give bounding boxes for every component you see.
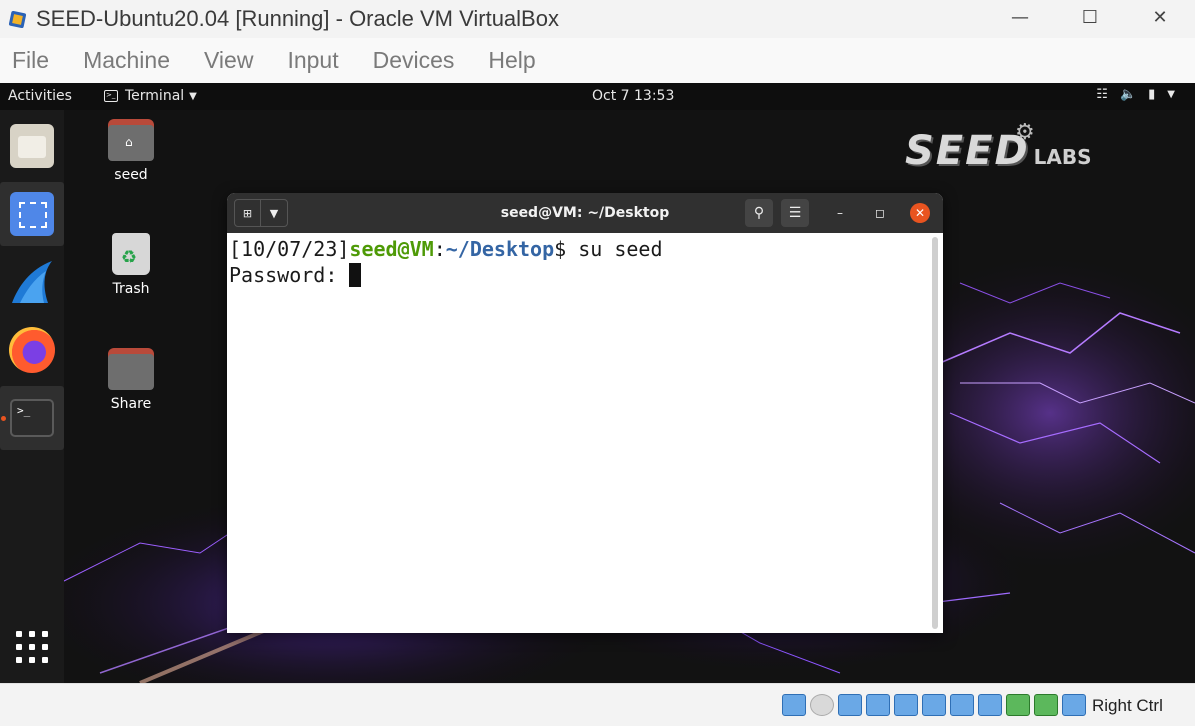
files-icon xyxy=(10,124,54,168)
menu-devices[interactable]: Devices xyxy=(373,47,455,74)
desktop-icon-seed[interactable]: ⌂ seed xyxy=(91,119,171,183)
virtualbox-menubar: File Machine View Input Devices Help xyxy=(0,38,1195,83)
command-text: $ su seed xyxy=(554,237,663,261)
network-adapter-icon[interactable] xyxy=(866,694,890,716)
ubuntu-topbar: Activities >_ Terminal ▼ Oct 7 13:53 ☷ 🔈… xyxy=(0,83,1195,110)
shared-folders-icon[interactable] xyxy=(922,694,946,716)
mouse-integration-icon[interactable] xyxy=(1062,694,1086,716)
app-menu-terminal[interactable]: >_ Terminal ▼ xyxy=(104,88,197,104)
virtualbox-statusbar: Right Ctrl xyxy=(0,683,1195,726)
video-capture-icon[interactable] xyxy=(978,694,1002,716)
terminal-mini-icon: >_ xyxy=(104,90,118,102)
screenshot-icon xyxy=(10,192,54,236)
desktop-icon-label: seed xyxy=(114,167,148,183)
maximize-button[interactable]: ☐ xyxy=(1055,0,1125,34)
terminal-maximize-button[interactable]: ◻ xyxy=(870,203,890,223)
prompt-path: ~/Desktop xyxy=(445,237,555,261)
running-indicator xyxy=(1,416,6,421)
dock-wireshark[interactable] xyxy=(0,250,64,314)
dock-terminal[interactable]: >_ xyxy=(0,386,64,450)
search-icon: ⚲ xyxy=(753,205,765,221)
terminal-close-button[interactable]: ✕ xyxy=(910,203,930,223)
volume-icon: 🔈 xyxy=(1119,87,1137,102)
text-cursor xyxy=(349,263,362,287)
terminal-scrollbar[interactable] xyxy=(932,237,938,629)
menu-input[interactable]: Input xyxy=(287,47,338,74)
desktop-icon-label: Share xyxy=(110,396,152,412)
cpu-activity-icon[interactable] xyxy=(1006,694,1030,716)
terminal-headerbar[interactable]: ⊞ ▼ seed@VM: ~/Desktop ⚲ ☰ – ◻ ✕ xyxy=(227,193,943,233)
desktop-icon-label: Trash xyxy=(112,281,150,297)
wireshark-icon xyxy=(12,261,52,303)
virtualbox-titlebar: SEED-Ubuntu20.04 [Running] - Oracle VM V… xyxy=(0,0,1195,38)
menu-file[interactable]: File xyxy=(12,47,49,74)
dock: >_ xyxy=(0,110,64,683)
terminal-minimize-button[interactable]: – xyxy=(830,203,850,223)
hamburger-icon: ☰ xyxy=(788,205,802,221)
display-icon[interactable] xyxy=(950,694,974,716)
host-key-label: Right Ctrl xyxy=(1092,696,1163,715)
chevron-down-icon: ▼ xyxy=(189,90,197,102)
terminal-window[interactable]: ⊞ ▼ seed@VM: ~/Desktop ⚲ ☰ – ◻ ✕ [10/07/… xyxy=(227,193,943,633)
folder-icon xyxy=(108,348,154,390)
dock-files[interactable] xyxy=(0,114,64,178)
chevron-down-icon: ▼ xyxy=(1167,89,1175,100)
hard-disk-icon[interactable] xyxy=(782,694,806,716)
terminal-output[interactable]: [10/07/23]seed@VM:~/Desktop$ su seed Pas… xyxy=(227,233,943,633)
system-tray[interactable]: ☷ 🔈 ▮ ▼ xyxy=(1096,87,1175,102)
desktop-icon-trash[interactable]: ♻ Trash xyxy=(91,233,171,297)
close-button[interactable]: ✕ xyxy=(1125,0,1195,34)
app-menu-label: Terminal xyxy=(125,88,185,104)
hamburger-menu-button[interactable]: ☰ xyxy=(781,199,809,227)
prompt-colon: : xyxy=(433,237,446,261)
trash-icon: ♻ xyxy=(112,233,150,275)
prompt-date: [10/07/23] xyxy=(229,237,350,261)
audio-icon[interactable] xyxy=(838,694,862,716)
battery-icon: ▮ xyxy=(1148,87,1156,102)
guest-screen[interactable]: Activities >_ Terminal ▼ Oct 7 13:53 ☷ 🔈… xyxy=(0,83,1195,683)
activities-button[interactable]: Activities xyxy=(8,88,72,104)
firefox-icon xyxy=(9,327,55,373)
password-prompt: Password: xyxy=(229,263,350,287)
dock-firefox[interactable] xyxy=(0,318,64,382)
minimize-button[interactable]: — xyxy=(985,0,1055,34)
usb-icon[interactable] xyxy=(894,694,918,716)
dock-screenshot[interactable] xyxy=(0,182,64,246)
clock[interactable]: Oct 7 13:53 xyxy=(592,88,674,104)
apps-grid-icon[interactable] xyxy=(16,631,48,663)
network-icon: ☷ xyxy=(1096,87,1108,102)
prompt-user-host: seed@VM xyxy=(349,237,434,261)
desktop-icon-share[interactable]: Share xyxy=(91,348,171,412)
search-button[interactable]: ⚲ xyxy=(745,199,773,227)
seed-labs-logo: ⚙ SEED LABS xyxy=(905,120,1092,174)
guest-additions-icon[interactable] xyxy=(1034,694,1058,716)
optical-drive-icon[interactable] xyxy=(810,694,834,716)
menu-machine[interactable]: Machine xyxy=(83,47,170,74)
menu-help[interactable]: Help xyxy=(488,47,535,74)
window-title: SEED-Ubuntu20.04 [Running] - Oracle VM V… xyxy=(36,6,559,31)
home-folder-icon: ⌂ xyxy=(108,119,154,161)
gear-icon: ⚙ xyxy=(1015,120,1035,145)
virtualbox-app-icon xyxy=(8,9,28,29)
terminal-icon: >_ xyxy=(10,399,54,437)
menu-view[interactable]: View xyxy=(204,47,253,74)
